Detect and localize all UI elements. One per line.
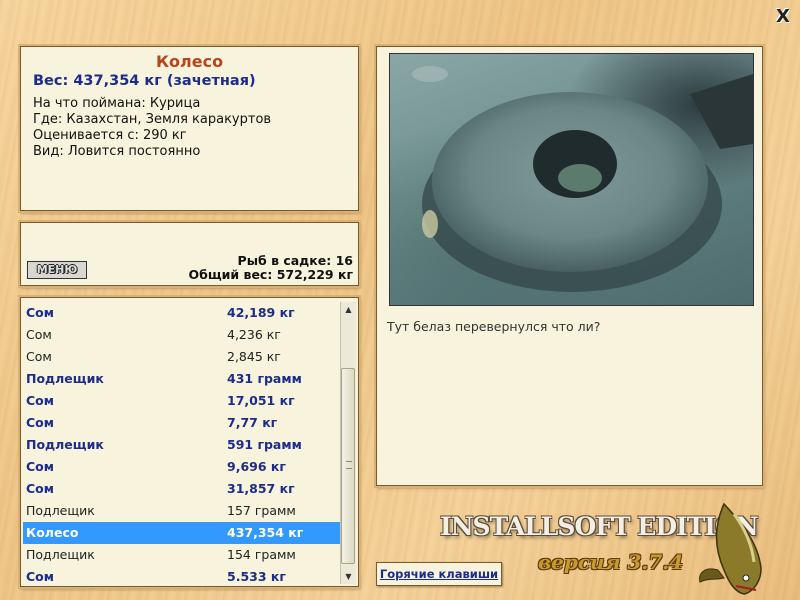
catch-row-name: Сом <box>26 459 54 474</box>
catch-row-name: Сом <box>26 415 54 430</box>
catch-row[interactable]: Сом 7,77 кг <box>23 412 343 434</box>
catch-row[interactable]: Сом 17,051 кг <box>23 390 343 412</box>
scroll-up-arrow-icon[interactable]: ▲ <box>341 302 356 317</box>
catch-row-weight: 157 грамм <box>227 503 296 518</box>
catch-row-name: Подлещик <box>26 371 104 386</box>
scrollbar[interactable]: ▲ ▼ <box>340 302 356 584</box>
catch-row[interactable]: Сом 42,189 кг <box>23 302 343 324</box>
pike-fish-icon <box>699 502 762 595</box>
catch-row-name: Сом <box>26 569 54 584</box>
scroll-thumb[interactable] <box>341 368 355 564</box>
catch-row[interactable]: Сом 2,845 кг <box>23 346 343 368</box>
catch-row[interactable]: Подлещик 431 грамм <box>23 368 343 390</box>
photo-caption: Тут белаз перевернулся что ли? <box>387 319 601 334</box>
catch-row-name: Колесо <box>26 525 79 540</box>
catch-row-name: Сом <box>26 481 54 496</box>
hotkeys-button[interactable]: Горячие клавиши <box>376 562 502 586</box>
catch-row[interactable]: Сом 4,236 кг <box>23 324 343 346</box>
catch-row-weight: 431 грамм <box>227 371 302 386</box>
catch-photo <box>389 53 754 306</box>
scroll-down-arrow-icon[interactable]: ▼ <box>341 569 356 584</box>
catch-row-weight: 154 грамм <box>227 547 296 562</box>
kind-line: Вид: Ловится постоянно <box>33 144 201 159</box>
catch-rows: Сом 42,189 кг Сом 4,236 кг Сом 2,845 кг Подлещ… <box>23 302 343 586</box>
catch-list[interactable]: Сом 42,189 кг Сом 4,236 кг Сом 2,845 кг Подлещ… <box>20 297 359 587</box>
catch-row-weight: 437,354 кг <box>227 525 304 540</box>
fish-info-panel: Колесо Вес: 437,354 кг (зачетная) На что… <box>20 46 359 211</box>
catch-row-name: Сом <box>26 393 54 408</box>
catch-row-weight: 9,696 кг <box>227 459 286 474</box>
catch-row[interactable]: Подлещик 154 грамм <box>23 544 343 566</box>
catch-row-name: Подлещик <box>26 503 95 518</box>
catch-row-weight: 7,77 кг <box>227 415 278 430</box>
location-line: Где: Казахстан, Земля каракуртов <box>33 112 272 127</box>
menu-button[interactable]: МЕНЮ <box>27 261 87 279</box>
catch-row-name: Сом <box>26 305 54 320</box>
fish-weight: Вес: 437,354 кг (зачетная) <box>33 73 256 89</box>
close-icon[interactable]: X <box>774 8 792 26</box>
catch-row-name: Подлещик <box>26 547 95 562</box>
keepnet-summary-panel: МЕНЮ Рыб в садке: 16 Общий вес: 572,229 … <box>20 222 359 286</box>
bait-line: На что поймана: Курица <box>33 96 201 111</box>
fish-count: Рыб в садке: 16 <box>237 253 353 268</box>
fish-details: На что поймана: Курица Где: Казахстан, З… <box>33 96 346 160</box>
catch-row-name: Сом <box>26 327 52 342</box>
catch-row-weight: 31,857 кг <box>227 481 295 496</box>
catch-row-weight: 42,189 кг <box>227 305 295 320</box>
rating-line: Оценивается с: 290 кг <box>33 128 187 143</box>
catch-row-name: Подлещик <box>26 437 104 452</box>
catch-row[interactable]: Сом 5.533 кг <box>23 566 343 586</box>
catch-row[interactable]: Сом 31,857 кг <box>23 478 343 500</box>
catch-row[interactable]: Сом 9,696 кг <box>23 456 343 478</box>
photo-panel: Тут белаз перевернулся что ли? <box>376 46 763 486</box>
catch-row[interactable]: Подлещик 591 грамм <box>23 434 343 456</box>
catch-row-weight: 591 грамм <box>227 437 302 452</box>
catch-row-weight: 5.533 кг <box>227 569 286 584</box>
catch-row-weight: 4,236 кг <box>227 327 281 342</box>
catch-row-weight: 2,845 кг <box>227 349 281 364</box>
version-label: версия 3.7.4 <box>538 550 684 574</box>
catch-row[interactable]: Колесо 437,354 кг <box>23 522 343 544</box>
catch-row-weight: 17,051 кг <box>227 393 295 408</box>
catch-row-name: Сом <box>26 349 52 364</box>
total-weight: Общий вес: 572,229 кг <box>188 267 354 282</box>
fish-title: Колесо <box>155 52 224 71</box>
catch-row[interactable]: Подлещик 157 грамм <box>23 500 343 522</box>
